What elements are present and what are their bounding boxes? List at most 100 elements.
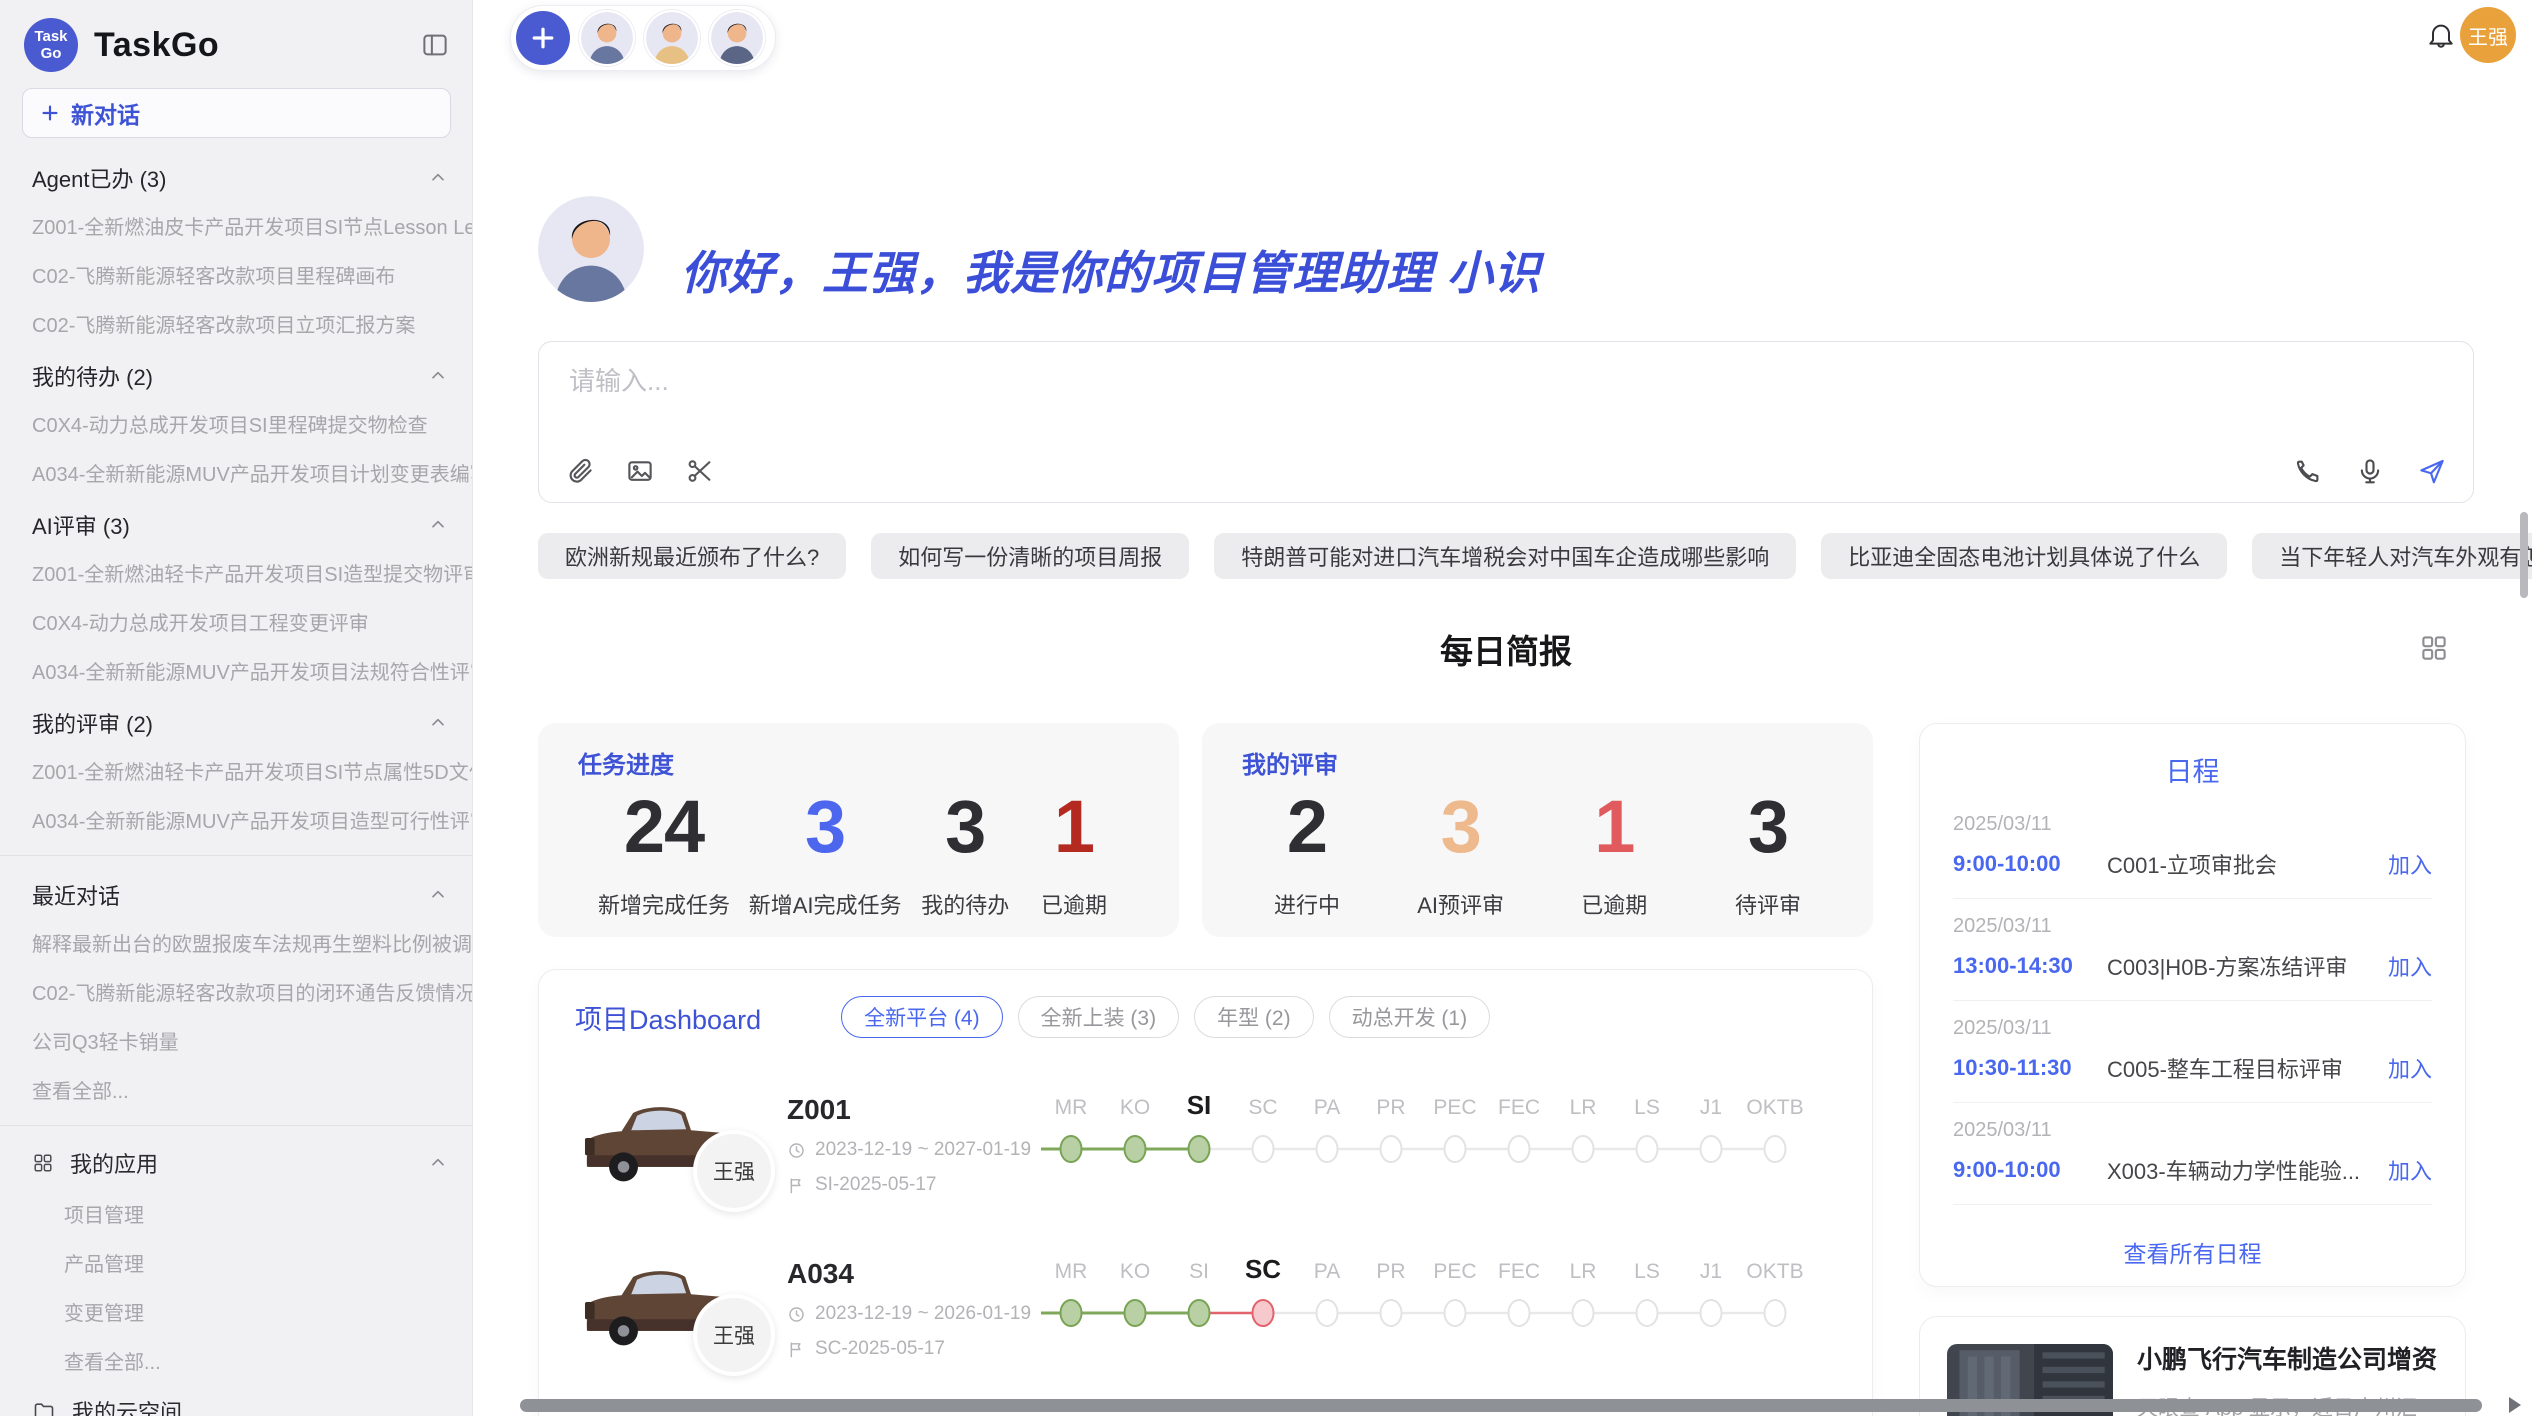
agent-avatar[interactable]: [709, 10, 765, 66]
milestone-label: SI: [1167, 1090, 1231, 1121]
dashboard-tab[interactable]: 年型 (2): [1194, 996, 1314, 1038]
stat-item: 24 新增完成任务: [598, 788, 730, 920]
horizontal-scrollbar-thumb[interactable]: [520, 1399, 2482, 1412]
layout-grid-icon[interactable]: [2419, 633, 2449, 663]
sidebar-app-item[interactable]: 查看全部...: [0, 1336, 472, 1385]
project-dashboard-card: 项目Dashboard 全新平台 (4)全新上装 (3)年型 (2)动总开发 (…: [538, 969, 1873, 1416]
stat-item: 3 我的待办: [920, 788, 1010, 920]
sidebar-task-item[interactable]: A034-全新新能源MUV产品开发项目法规符合性评审: [0, 646, 472, 695]
stat-value: 3: [749, 788, 902, 866]
user-avatar[interactable]: 王强: [2460, 7, 2516, 63]
view-all-schedule-link[interactable]: 查看所有日程: [1953, 1220, 2432, 1286]
agent-avatar[interactable]: [579, 10, 635, 66]
sidebar-section-header-recent[interactable]: 最近对话: [0, 867, 472, 918]
stat-label: 待评审: [1723, 888, 1813, 920]
suggestion-chip[interactable]: 当下年轻人对汽车外观有怎样的喜好趋势: [2252, 533, 2532, 579]
attachment-icon[interactable]: [565, 456, 595, 486]
send-icon[interactable]: [2417, 456, 2447, 486]
milestone-timeline: MRKOSISCPAPRPECFECLRLSJ1OKTB: [1039, 1090, 1836, 1222]
logo-text-top: Task: [34, 28, 67, 45]
join-meeting-link[interactable]: 加入: [2388, 1154, 2432, 1186]
milestone-label: MR: [1039, 1260, 1103, 1284]
sidebar-item-cloud-space[interactable]: 我的云空间: [0, 1385, 472, 1416]
dashboard-tab[interactable]: 全新平台 (4): [841, 996, 1003, 1038]
sidebar-section-header[interactable]: AI评审 (3): [0, 497, 472, 548]
join-meeting-link[interactable]: 加入: [2388, 848, 2432, 880]
sidebar-task-item[interactable]: C0X4-动力总成开发项目工程变更评审: [0, 597, 472, 646]
sidebar-conversation-item[interactable]: 解释最新出台的欧盟报废车法规再生塑料比例被调至15%...: [0, 918, 472, 967]
sidebar-task-item[interactable]: A034-全新新能源MUV产品开发项目造型可行性评审: [0, 795, 472, 844]
notification-bell-icon[interactable]: [2425, 19, 2457, 51]
stat-label: 我的待办: [920, 888, 1010, 920]
chat-input-card: [538, 341, 2474, 503]
sidebar-conversation-item[interactable]: 公司Q3轻卡销量: [0, 1016, 472, 1065]
collapse-sidebar-icon[interactable]: [420, 30, 450, 60]
sidebar-task-item[interactable]: A034-全新新能源MUV产品开发项目计划变更表编写: [0, 448, 472, 497]
schedule-entry-date: 2025/03/11: [1953, 1119, 2432, 1142]
suggestion-chip[interactable]: 欧洲新规最近颁布了什么?: [538, 533, 846, 579]
milestone-label: KO: [1103, 1260, 1167, 1284]
project-code[interactable]: A034: [787, 1258, 1039, 1290]
add-agent-button[interactable]: [516, 11, 570, 65]
new-chat-button[interactable]: 新对话: [22, 88, 451, 138]
milestone-label: FEC: [1487, 1096, 1551, 1120]
join-meeting-link[interactable]: 加入: [2388, 1052, 2432, 1084]
stat-value: 3: [1416, 788, 1506, 866]
folder-icon: [32, 1399, 56, 1416]
sidebar-task-item[interactable]: C02-飞腾新能源轻客改款项目立项汇报方案: [0, 299, 472, 348]
dashboard-tab[interactable]: 动总开发 (1): [1329, 996, 1491, 1038]
milestone-label: J1: [1679, 1260, 1743, 1284]
dashboard-tab[interactable]: 全新上装 (3): [1018, 996, 1180, 1038]
sidebar-section: 我的评审 (2) Z001-全新燃油轻卡产品开发项目SI节点属性5D文件评审A0…: [0, 695, 472, 844]
view-all-conversations-link[interactable]: 查看全部...: [0, 1065, 472, 1114]
milestone-timeline: MRKOSISCPAPRPECFECLRLSJ1OKTB: [1039, 1254, 1836, 1386]
screenshot-icon[interactable]: [685, 456, 715, 486]
stat-item: 1 已逾期: [1569, 788, 1659, 920]
project-date-range: 2023-12-19 ~ 2027-01-19: [787, 1139, 1039, 1161]
sidebar-section-header[interactable]: 我的待办 (2): [0, 348, 472, 399]
stat-item: 3 待评审: [1723, 788, 1813, 920]
sidebar-header: Task Go TaskGo: [0, 12, 472, 86]
sidebar-app-item[interactable]: 变更管理: [0, 1287, 472, 1336]
sidebar-section-header[interactable]: Agent已办 (3): [0, 150, 472, 201]
vertical-scrollbar-thumb[interactable]: [2520, 512, 2528, 598]
sidebar-task-item[interactable]: C0X4-动力总成开发项目SI里程碑提交物检查: [0, 399, 472, 448]
stat-value: 1: [1569, 788, 1659, 866]
sidebar-conversation-item[interactable]: C02-飞腾新能源轻客改款项目的闭环通告反馈情况: [0, 967, 472, 1016]
sidebar-section-header[interactable]: 我的评审 (2): [0, 695, 472, 746]
suggestion-chip[interactable]: 如何写一份清晰的项目周报: [871, 533, 1189, 579]
sidebar-scroll-area: Agent已办 (3) Z001-全新燃油皮卡产品开发项目SI节点Lesson …: [0, 146, 472, 1416]
suggestion-chip[interactable]: 特朗普可能对进口汽车增税会对中国车企造成哪些影响: [1214, 533, 1796, 579]
sidebar-task-item[interactable]: Z001-全新燃油皮卡产品开发项目SI节点Lesson Learn报告: [0, 201, 472, 250]
stat-value: 3: [1723, 788, 1813, 866]
stat-label: 已逾期: [1029, 888, 1119, 920]
project-code[interactable]: Z001: [787, 1094, 1039, 1126]
input-attachments: [565, 456, 715, 486]
divider: [0, 1125, 472, 1126]
daily-brief-title: 每日简报: [538, 625, 2474, 673]
schedule-entry-title: X003-车辆动力学性能验...: [2107, 1154, 2388, 1186]
app-title: TaskGo: [94, 26, 219, 65]
sidebar-task-item[interactable]: Z001-全新燃油轻卡产品开发项目SI造型提交物评审: [0, 548, 472, 597]
sidebar-task-item[interactable]: Z001-全新燃油轻卡产品开发项目SI节点属性5D文件评审: [0, 746, 472, 795]
chat-input[interactable]: [569, 366, 2069, 397]
suggestion-chip[interactable]: 比亚迪全固态电池计划具体说了什么: [1821, 533, 2227, 579]
milestone-label: J1: [1679, 1096, 1743, 1120]
stat-value: 2: [1262, 788, 1352, 866]
sidebar-app-item[interactable]: 项目管理: [0, 1189, 472, 1238]
sidebar-item-my-apps[interactable]: 我的应用: [0, 1137, 472, 1189]
scroll-right-arrow[interactable]: [2509, 1397, 2521, 1413]
voice-call-icon[interactable]: [2293, 456, 2323, 486]
section-label: Agent已办 (3): [32, 162, 167, 194]
apps-grid-icon: [32, 1152, 54, 1174]
microphone-icon[interactable]: [2355, 456, 2385, 486]
stat-value: 1: [1029, 788, 1119, 866]
sidebar-task-item[interactable]: C02-飞腾新能源轻客改款项目里程碑画布: [0, 250, 472, 299]
image-upload-icon[interactable]: [625, 456, 655, 486]
agent-avatar[interactable]: [644, 10, 700, 66]
suggestion-chips: 欧洲新规最近颁布了什么? 如何写一份清晰的项目周报特朗普可能对进口汽车增税会对中国…: [538, 533, 2532, 579]
join-meeting-link[interactable]: 加入: [2388, 950, 2432, 982]
sidebar-app-item[interactable]: 产品管理: [0, 1238, 472, 1287]
project-current-node: SC-2025-05-17: [787, 1338, 1039, 1360]
project-date-range: 2023-12-19 ~ 2026-01-19: [787, 1303, 1039, 1325]
